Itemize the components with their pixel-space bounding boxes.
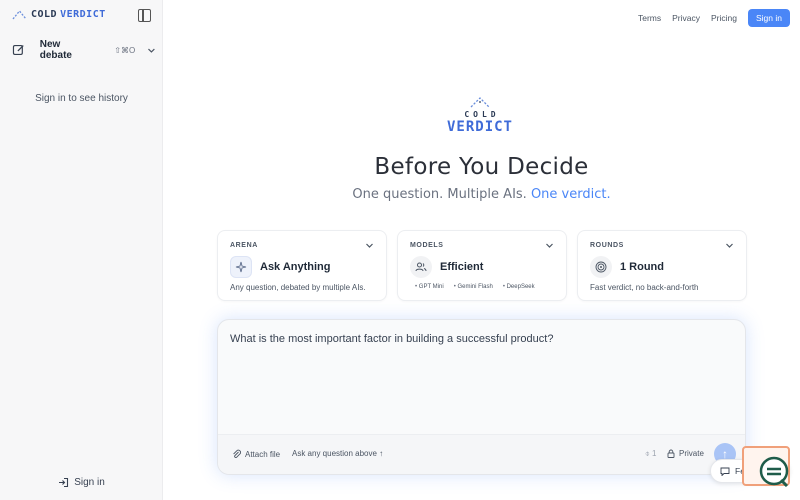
nav-link-pricing[interactable]: Pricing (711, 13, 737, 23)
rounds-heading: ROUNDS (590, 242, 624, 249)
new-debate-button[interactable]: New debate ⇧⌘O (6, 39, 156, 61)
top-nav: Terms Privacy Pricing Sign in (638, 9, 790, 27)
page-subtitle: One question. Multiple AIs. One verdict. (163, 187, 800, 202)
question-input[interactable]: What is the most important factor in bui… (217, 319, 746, 475)
arena-title: Ask Anything (260, 261, 331, 273)
page-title: Before You Decide (374, 154, 589, 180)
chevron-down-icon[interactable] (147, 46, 156, 55)
sidebar-signin-button[interactable]: Sign in (0, 477, 163, 488)
chat-bot-icon[interactable] (758, 455, 790, 487)
rounds-desc: Fast verdict, no back-and-forth (590, 283, 699, 292)
rounds-card[interactable]: ROUNDS 1 Round Fast verdict, no back-and… (577, 230, 747, 301)
credit-count-value: 1 (652, 449, 657, 458)
collapse-sidebar-icon[interactable] (138, 9, 151, 22)
question-text[interactable]: What is the most important factor in bui… (230, 333, 553, 345)
subtitle-text: One question. Multiple AIs. (352, 187, 527, 202)
models-title: Efficient (440, 261, 484, 273)
models-list: GPT Mini Gemini Flash DeepSeek (415, 284, 535, 290)
chevron-down-icon[interactable] (365, 241, 374, 250)
subtitle-accent: One verdict. (530, 187, 611, 202)
history-hint: Sign in to see history (35, 93, 128, 104)
nav-link-privacy[interactable]: Privacy (672, 13, 700, 23)
prompt-toolbar: Attach file Ask any question above ↑ ⌽ 1… (218, 434, 745, 474)
arena-card[interactable]: ARENA Ask Anything Any question, debated… (217, 230, 387, 301)
rounds-title: 1 Round (620, 261, 664, 273)
brand-cold-text: COLD (31, 9, 58, 20)
chat-icon (720, 467, 730, 476)
sidebar: COLD VERDICT New debate ⇧⌘O Sign in to s… (0, 0, 163, 500)
sparkle-icon (230, 256, 252, 278)
paperclip-icon (233, 449, 241, 458)
model-gpt-mini: GPT Mini (415, 284, 444, 290)
new-debate-shortcut: ⇧⌘O (114, 45, 136, 55)
login-icon (59, 477, 69, 488)
edit-icon (12, 44, 24, 56)
credit-count: ⌽ 1 (645, 449, 657, 459)
attach-file-button[interactable]: Attach file (232, 449, 280, 459)
chevron-down-icon[interactable] (545, 241, 554, 250)
hero-logo-cold: COLD (464, 110, 500, 119)
private-label: Private (679, 449, 704, 458)
arena-heading: ARENA (230, 242, 258, 249)
private-toggle[interactable]: Private (667, 449, 704, 458)
models-heading: MODELS (410, 242, 444, 249)
target-icon (590, 256, 612, 278)
models-card[interactable]: MODELS Efficient GPT Mini Gemini Flash D… (397, 230, 567, 301)
chevron-down-icon[interactable] (725, 241, 734, 250)
credit-icon: ⌽ (645, 449, 650, 458)
sidebar-signin-label: Sign in (74, 477, 105, 488)
lock-icon (667, 449, 675, 458)
users-icon (410, 256, 432, 278)
signin-button[interactable]: Sign in (748, 9, 790, 27)
arena-desc: Any question, debated by multiple AIs. (230, 283, 366, 292)
nav-link-terms[interactable]: Terms (638, 13, 661, 23)
attach-file-label: Attach file (245, 449, 281, 459)
new-debate-label: New debate (39, 39, 72, 61)
logo-triangle-icon (12, 9, 27, 19)
brand-verdict-text: VERDICT (60, 9, 106, 20)
hero-logo: COLD VERDICT (420, 96, 540, 135)
hero-logo-verdict: VERDICT (446, 119, 513, 135)
ask-hint: Ask any question above ↑ (292, 449, 384, 458)
logo-triangle-icon (470, 97, 490, 108)
model-gemini-flash: Gemini Flash (454, 284, 492, 290)
model-deepseek: DeepSeek (503, 284, 535, 290)
brand-logo[interactable]: COLD VERDICT (12, 9, 106, 20)
